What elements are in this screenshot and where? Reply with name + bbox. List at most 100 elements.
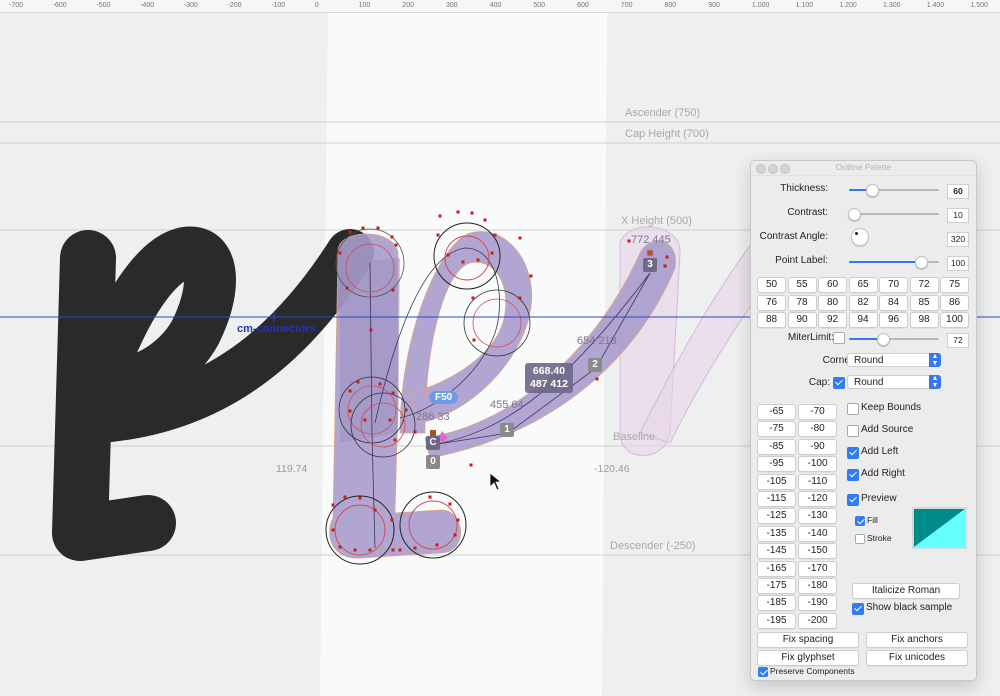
miter-limit-field[interactable]: 72 [947,333,969,348]
offset-button[interactable]: -100 [798,456,837,473]
node-point[interactable] [470,211,474,215]
preset-button[interactable]: 78 [787,294,817,311]
node-point[interactable] [338,545,342,549]
fill-checkbox[interactable] [855,516,865,526]
point-badge-0[interactable]: 0 [426,455,440,469]
node-point[interactable] [388,418,392,422]
offset-button[interactable]: -75 [757,421,796,438]
contrast-field[interactable]: 10 [947,208,969,223]
add-source-checkbox[interactable] [847,425,859,437]
thickness-field[interactable]: 60 [947,184,969,199]
preset-button[interactable]: 70 [879,277,908,293]
node-point[interactable] [461,260,465,264]
node-point[interactable] [391,288,395,292]
node-point[interactable] [518,236,522,240]
node-point[interactable] [356,380,360,384]
offset-button[interactable]: -195 [757,612,796,629]
preset-button[interactable]: 65 [848,277,878,293]
node-point[interactable] [368,548,372,552]
offset-button[interactable]: -115 [757,491,796,507]
node-point[interactable] [373,508,377,512]
offset-button[interactable]: -125 [757,508,796,525]
point-label-field[interactable]: 100 [947,256,969,271]
add-right-checkbox[interactable] [847,469,859,481]
node-point[interactable] [436,233,440,237]
point-badge-2[interactable]: 2 [588,358,602,372]
preset-button[interactable]: 76 [757,294,786,311]
preset-button[interactable]: 60 [818,277,847,293]
offset-button[interactable]: -185 [757,595,796,612]
node-point[interactable] [404,408,408,412]
contrast-angle-dial[interactable] [851,228,869,246]
node-point[interactable] [665,255,669,259]
point-badge-3[interactable]: 3 [643,258,657,272]
node-point[interactable] [446,253,450,257]
node-point[interactable] [438,214,442,218]
palette-titlebar[interactable]: Outline Palette [751,161,976,176]
node-point[interactable] [469,463,473,467]
node-point[interactable] [390,235,394,239]
preset-button[interactable]: 55 [787,277,817,293]
node-point[interactable] [391,391,395,395]
preserve-components-checkbox[interactable] [758,667,768,677]
anchor-label[interactable]: cm-connectors [237,323,316,335]
offset-button[interactable]: -190 [798,595,837,612]
offset-button[interactable]: -110 [798,473,837,490]
node-point[interactable] [369,328,373,332]
node-point[interactable] [361,226,365,230]
node-point[interactable] [413,546,417,550]
preset-button[interactable]: 82 [848,294,878,311]
fix-unicodes-button[interactable]: Fix unicodes [866,650,968,666]
node-point[interactable] [348,389,352,393]
offset-button[interactable]: -85 [757,438,796,455]
node-point[interactable] [363,418,367,422]
offset-button[interactable]: -150 [798,543,837,560]
preview-checkbox[interactable] [847,494,859,506]
miter-limit-slider[interactable] [849,333,939,346]
miter-limit-checkbox[interactable] [833,332,845,344]
node-point[interactable] [435,543,439,547]
node-point[interactable] [390,518,394,522]
preset-button[interactable]: 72 [909,277,939,293]
offset-button[interactable]: -200 [798,612,837,629]
point-badge-1[interactable]: 1 [500,423,514,437]
preset-button[interactable]: 92 [818,312,847,328]
node-point[interactable] [353,548,357,552]
node-point[interactable] [331,503,335,507]
preset-button[interactable]: 85 [909,294,939,311]
offset-button[interactable]: -170 [798,560,837,577]
node-point[interactable] [345,286,349,290]
preset-button[interactable]: 88 [757,312,786,328]
node-point[interactable] [595,377,599,381]
offset-button[interactable]: -80 [798,421,837,438]
contrast-slider[interactable] [848,208,939,221]
node-point[interactable] [348,230,352,234]
fix-spacing-button[interactable]: Fix spacing [757,632,859,648]
offset-button[interactable]: -175 [757,578,796,594]
node-point[interactable] [456,210,460,214]
offset-button[interactable]: -180 [798,578,837,594]
node-point[interactable] [378,382,382,386]
node-point[interactable] [663,264,667,268]
offset-button[interactable]: -65 [757,404,796,420]
node-point[interactable] [348,409,352,413]
fix-anchors-button[interactable]: Fix anchors [866,632,968,648]
preset-button[interactable]: 75 [940,277,969,293]
fix-glyphset-button[interactable]: Fix glyphset [757,650,859,666]
node-point[interactable] [453,533,457,537]
preset-button[interactable]: 50 [757,277,786,293]
preset-button[interactable]: 86 [940,294,969,311]
show-black-sample-checkbox[interactable] [852,603,864,615]
node-point[interactable] [391,548,395,552]
offset-button[interactable]: -120 [798,491,837,507]
node-point[interactable] [343,495,347,499]
preset-button[interactable]: 80 [818,294,847,311]
node-point[interactable] [358,496,362,500]
node-point[interactable] [338,251,342,255]
thickness-slider[interactable] [849,184,939,197]
node-point[interactable] [456,518,460,522]
preset-button[interactable]: 96 [879,312,908,328]
preset-button[interactable]: 94 [848,312,878,328]
node-point[interactable] [476,258,480,262]
offset-button[interactable]: -145 [757,543,796,560]
